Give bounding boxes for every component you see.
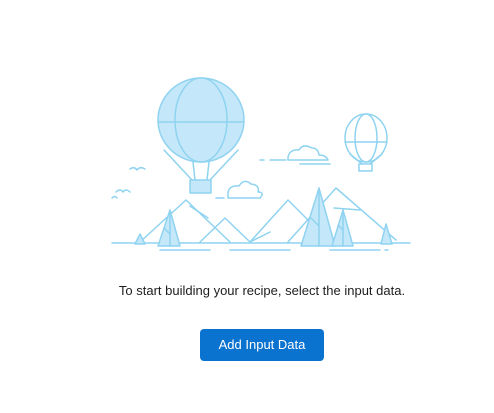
add-input-data-button[interactable]: Add Input Data: [200, 329, 324, 361]
hot-air-balloon-illustration: [111, 77, 411, 251]
empty-state-message: To start building your recipe, select th…: [118, 283, 406, 298]
empty-state: To start building your recipe, select th…: [0, 0, 494, 413]
